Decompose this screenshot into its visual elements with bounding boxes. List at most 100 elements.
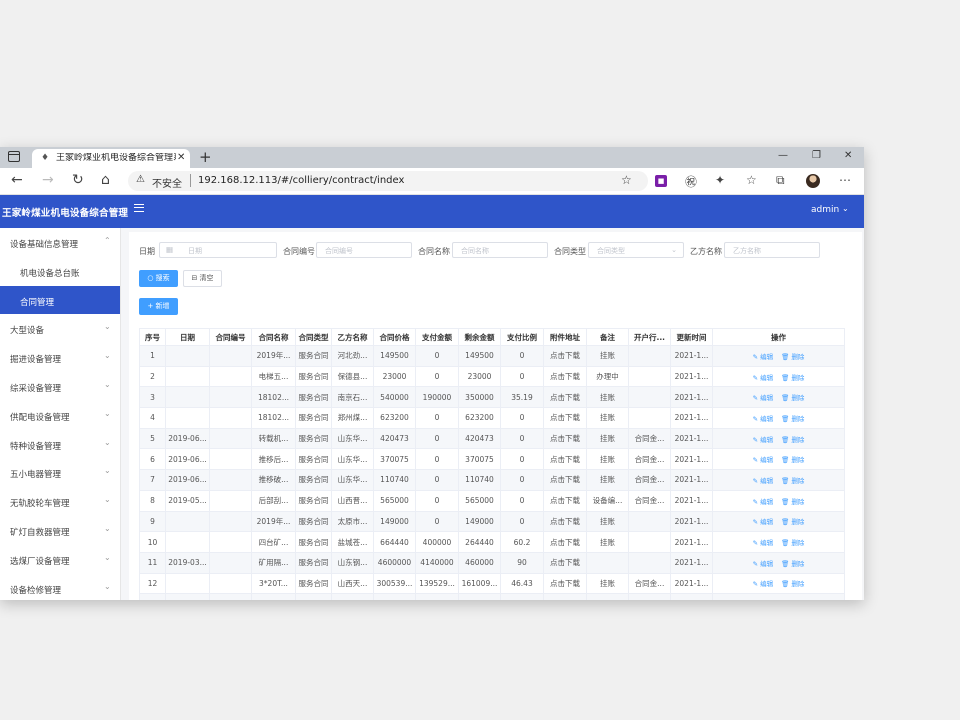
column-header[interactable]: 合同名称 [251,328,296,346]
extension-icon[interactable]: ■ [655,175,667,187]
close-tab-icon[interactable]: ✕ [177,152,185,163]
column-header[interactable]: 合同价格 [373,328,416,346]
sidebar-item-contract[interactable]: 合同管理 [0,285,120,315]
edit-button[interactable]: ✎ 编辑 [753,560,774,568]
edit-button[interactable]: ✎ 编辑 [753,498,774,506]
row-actions: ✎ 编辑 🗑 删除 [712,448,845,471]
edit-button[interactable]: ✎ 编辑 [753,394,774,402]
column-header[interactable]: 支付比例 [500,328,544,346]
sidebar-item-small-electrical[interactable]: 五小电器管理 ⌄ [0,458,120,487]
table-cell [628,531,671,553]
refresh-icon[interactable]: ↻ [72,172,84,188]
sidebar-item-equipment-info[interactable]: 设备基础信息管理 ⌃ [0,228,120,257]
edit-button[interactable]: ✎ 编辑 [753,580,774,588]
sidebar-item-large-equipment[interactable]: 大型设备 ⌄ [0,314,120,343]
delete-button[interactable]: 🗑 删除 [781,374,804,382]
user-menu[interactable]: admin [811,205,839,215]
table-row[interactable]: 12 3*20T... 服务合同 山西天... 300539... 139529... 16… [139,572,845,595]
close-window-icon[interactable]: ✕ [844,150,852,161]
edit-button[interactable]: ✎ 编辑 [753,353,774,361]
table-row[interactable]: 3 18102... 服务合同 南京石... 540000 190000 350000 35.… [139,386,845,409]
delete-button[interactable]: 🗑 删除 [781,518,804,526]
browser-tab[interactable]: ♦ 王家岭煤业机电设备综合管理系统 ✕ [32,149,190,168]
menu-toggle-icon[interactable] [134,204,144,212]
reader-icon[interactable]: ㊗ [685,173,697,190]
delete-button[interactable]: 🗑 删除 [781,560,804,568]
add-button[interactable]: + 新增 [139,298,178,315]
party-b-input[interactable]: 乙方名称 [724,242,820,258]
contract-no-input[interactable]: 合同编号 [316,242,412,258]
table-cell: 2021-1... [670,345,713,367]
table-row[interactable]: 6 2019-06... 推移后... 服务合同 山东华... 370075 0 370075… [139,448,845,471]
more-icon[interactable]: ⋯ [839,173,851,187]
table-row[interactable]: 1 2019年... 服务合同 河北劲... 149500 0 149500 0 点击下载 挂账 2… [139,345,845,367]
contract-name-input[interactable]: 合同名称 [452,242,548,258]
table-row[interactable]: 10 四台矿... 服务合同 盐城苍... 664440 400000 264440 60.2… [139,531,845,553]
column-header[interactable]: 附件地址 [543,328,587,346]
column-header[interactable]: 日期 [165,328,210,346]
sidebar-item-power[interactable]: 供配电设备管理 ⌄ [0,401,120,430]
delete-button[interactable]: 🗑 删除 [781,394,804,402]
table-row[interactable]: 7 2019-06... 推移破... 服务合同 山东华... 110740 0 110740… [139,469,845,491]
sidebar-item-equipment-ledger[interactable]: 机电设备总台账 [0,257,120,286]
column-header[interactable]: 开户行... [628,328,671,346]
sidebar-item-coal-prep[interactable]: 选煤厂设备管理 ⌄ [0,545,120,574]
date-filter-input[interactable]: ▦ 日期 [159,242,277,258]
column-header[interactable]: 剩余金额 [458,328,501,346]
table-row[interactable]: 11 2019-03... 矿用隔... 服务合同 山东钢... 4600000 41400… [139,551,845,574]
sidebar-item-lamp-rescuer[interactable]: 矿灯自救器管理 ⌄ [0,516,120,545]
edit-button[interactable]: ✎ 编辑 [753,477,774,485]
sidebar-item-tunneling[interactable]: 掘进设备管理 ⌄ [0,343,120,372]
delete-button[interactable]: 🗑 删除 [781,353,804,361]
home-icon[interactable]: ⌂ [101,172,110,188]
delete-button[interactable]: 🗑 删除 [781,539,804,547]
edit-button[interactable]: ✎ 编辑 [753,456,774,464]
column-header[interactable]: 支付金额 [415,328,459,346]
tab-actions-icon[interactable] [8,151,20,162]
edit-button[interactable]: ✎ 编辑 [753,436,774,444]
table-row[interactable]: 13井下水...服务合同山西瑞...36900003690000点击下载挂账开.… [139,593,845,600]
column-header[interactable]: 乙方名称 [331,328,374,346]
favorites-icon[interactable]: ☆ [746,173,757,187]
table-row[interactable]: 2 电梯五... 服务合同 保德县... 23000 0 23000 0 点击下载 办理中 2021… [139,365,845,388]
contract-type-select[interactable]: 合同类型 ⌄ [588,242,684,258]
column-header[interactable]: 合同类型 [295,328,332,346]
column-header[interactable]: 操作 [712,328,845,346]
collections-icon[interactable]: ⧉ [776,173,785,188]
sidebar-item-trackless-vehicle[interactable]: 无轨胶轮车管理 ⌄ [0,487,120,516]
back-icon[interactable]: ← [11,172,23,188]
forward-icon[interactable]: → [42,172,54,188]
delete-button[interactable]: 🗑 删除 [781,456,804,464]
delete-button[interactable]: 🗑 删除 [781,580,804,588]
column-header[interactable]: 备注 [586,328,629,346]
maximize-icon[interactable]: ❐ [812,150,821,161]
delete-button[interactable]: 🗑 删除 [781,498,804,506]
column-header[interactable]: 更新时间 [670,328,713,346]
table-row[interactable]: 8 2019-05... 后部刮... 服务合同 山西晋... 565000 0 565000… [139,489,845,512]
table-row[interactable]: 5 2019-06... 转载机... 服务合同 山东华... 420473 0 420473… [139,427,845,450]
edit-button[interactable]: ✎ 编辑 [753,539,774,547]
table-row[interactable]: 9 2019年... 服务合同 太原市... 149000 0 149000 0 点击下载 挂账 2… [139,510,845,533]
edit-button[interactable]: ✎ 编辑 [753,518,774,526]
sidebar-item-special[interactable]: 特种设备管理 ⌄ [0,430,120,459]
delete-button[interactable]: 🗑 删除 [781,436,804,444]
edit-button[interactable]: ✎ 编辑 [753,415,774,423]
minimize-icon[interactable]: — [778,150,788,161]
delete-button[interactable]: 🗑 删除 [781,415,804,423]
url-field[interactable]: ⚠ 不安全 192.168.12.113/#/colliery/contract… [128,171,648,191]
column-header[interactable]: 合同编号 [209,328,252,346]
sidebar-item-mining[interactable]: 综采设备管理 ⌄ [0,372,120,401]
table-row[interactable]: 4 18102... 服务合同 郑州煤... 623200 0 623200 0 点击下载 挂账 2… [139,407,845,429]
delete-button[interactable]: 🗑 删除 [781,477,804,485]
new-tab-icon[interactable]: + [199,148,212,166]
profile-avatar[interactable] [806,174,820,188]
edit-button[interactable]: ✎ 编辑 [753,374,774,382]
extensions-icon[interactable]: ✦ [715,173,725,187]
search-button[interactable]: ○ 搜索 [139,270,178,287]
add-favorite-icon[interactable]: ☆ [621,173,632,187]
sidebar-item-label: 特种设备管理 [10,441,62,452]
column-header[interactable]: 序号 [139,328,166,346]
sidebar-item-maintenance[interactable]: 设备检修管理 ⌄ [0,574,120,600]
chevron-down-icon[interactable]: ⌄ [842,204,849,213]
reset-button[interactable]: ⊟ 清空 [183,270,222,287]
